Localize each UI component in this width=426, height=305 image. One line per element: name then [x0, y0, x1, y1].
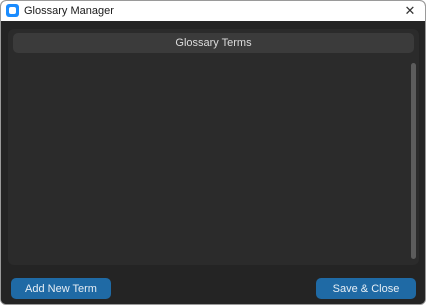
title-bar: Glossary Manager ✕ — [1, 1, 425, 21]
close-icon[interactable]: ✕ — [395, 1, 425, 21]
app-icon — [6, 4, 19, 17]
scrollbar-thumb[interactable] — [411, 63, 416, 259]
main-content: Glossary Terms Add New Term Save & Close — [1, 21, 425, 304]
scrollbar[interactable] — [411, 63, 416, 259]
add-new-term-button[interactable]: Add New Term — [11, 278, 111, 299]
window-title: Glossary Manager — [24, 5, 114, 17]
glossary-terms-panel: Glossary Terms — [8, 29, 419, 265]
save-and-close-button[interactable]: Save & Close — [316, 278, 416, 299]
panel-header: Glossary Terms — [13, 33, 414, 53]
glossary-manager-window: Glossary Manager ✕ Glossary Terms Add Ne… — [0, 0, 426, 305]
